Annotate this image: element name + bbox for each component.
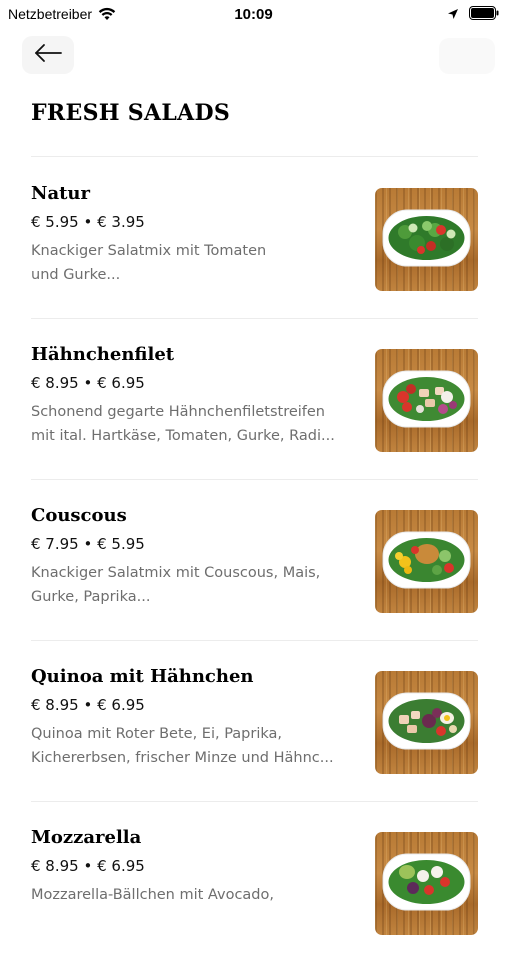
item-description-line: Gurke, Paprika... [31, 589, 151, 605]
divider [31, 318, 478, 319]
navigation-bar [0, 28, 507, 76]
item-price: € 8.95 • € 6.95 [31, 374, 145, 392]
item-description: Knackiger Salatmix mit Tomaten und Gurke… [31, 239, 361, 287]
salad-image [375, 510, 478, 613]
list-item[interactable]: Quinoa mit Hähnchen € 8.95 • € 6.95 Quin… [0, 643, 507, 804]
divider [31, 801, 478, 802]
list-item[interactable]: Natur € 5.95 • € 3.95 Knackiger Salatmix… [0, 160, 507, 321]
item-description: Mozzarella-Bällchen mit Avocado, [31, 883, 361, 907]
item-description-line: Knackiger Salatmix mit Tomaten [31, 243, 267, 259]
status-right [447, 6, 499, 20]
item-price: € 8.95 • € 6.95 [31, 857, 145, 875]
item-description: Schonend gegarte Hähnchenfiletstreifen m… [31, 400, 361, 448]
back-button[interactable] [22, 36, 74, 74]
page-title: FRESH SALADS [31, 100, 231, 126]
item-description: Knackiger Salatmix mit Couscous, Mais, G… [31, 561, 361, 609]
divider [31, 479, 478, 480]
salad-image [375, 832, 478, 935]
item-description-line: mit ital. Hartkäse, Tomaten, Gurke, Radi… [31, 428, 335, 444]
list-item[interactable]: Couscous € 7.95 • € 5.95 Knackiger Salat… [0, 482, 507, 643]
item-price: € 5.95 • € 3.95 [31, 213, 145, 231]
item-description: Quinoa mit Roter Bete, Ei, Paprika, Kich… [31, 722, 361, 770]
item-price: € 8.95 • € 6.95 [31, 696, 145, 714]
item-name: Natur [31, 183, 91, 204]
nav-right-area [439, 38, 495, 74]
status-bar: Netzbetreiber 10:09 [0, 0, 507, 28]
divider [31, 640, 478, 641]
item-description-line: und Gurke... [31, 267, 121, 283]
list-item[interactable]: Mozzarella € 8.95 • € 6.95 Mozzarella-Bä… [0, 804, 507, 965]
status-time: 10:09 [234, 6, 273, 23]
location-arrow-icon [447, 7, 459, 19]
item-name: Couscous [31, 505, 127, 526]
item-name: Quinoa mit Hähnchen [31, 666, 254, 687]
item-name: Hähnchenfilet [31, 344, 175, 365]
battery-icon [469, 6, 499, 20]
item-description-line: Kichererbsen, frischer Minze und Hähnc..… [31, 750, 334, 766]
salad-image [375, 349, 478, 452]
arrow-left-icon [33, 43, 63, 67]
item-description-line: Schonend gegarte Hähnchenfiletstreifen [31, 404, 326, 420]
item-description-line: Quinoa mit Roter Bete, Ei, Paprika, [31, 726, 283, 742]
list-item[interactable]: Hähnchenfilet € 8.95 • € 6.95 Schonend g… [0, 321, 507, 482]
salad-image [375, 188, 478, 291]
item-description-line: Knackiger Salatmix mit Couscous, Mais, [31, 565, 321, 581]
divider [31, 156, 478, 157]
item-description-line: Mozzarella-Bällchen mit Avocado, [31, 887, 274, 903]
item-name: Mozzarella [31, 827, 142, 848]
salad-image [375, 671, 478, 774]
item-price: € 7.95 • € 5.95 [31, 535, 145, 553]
